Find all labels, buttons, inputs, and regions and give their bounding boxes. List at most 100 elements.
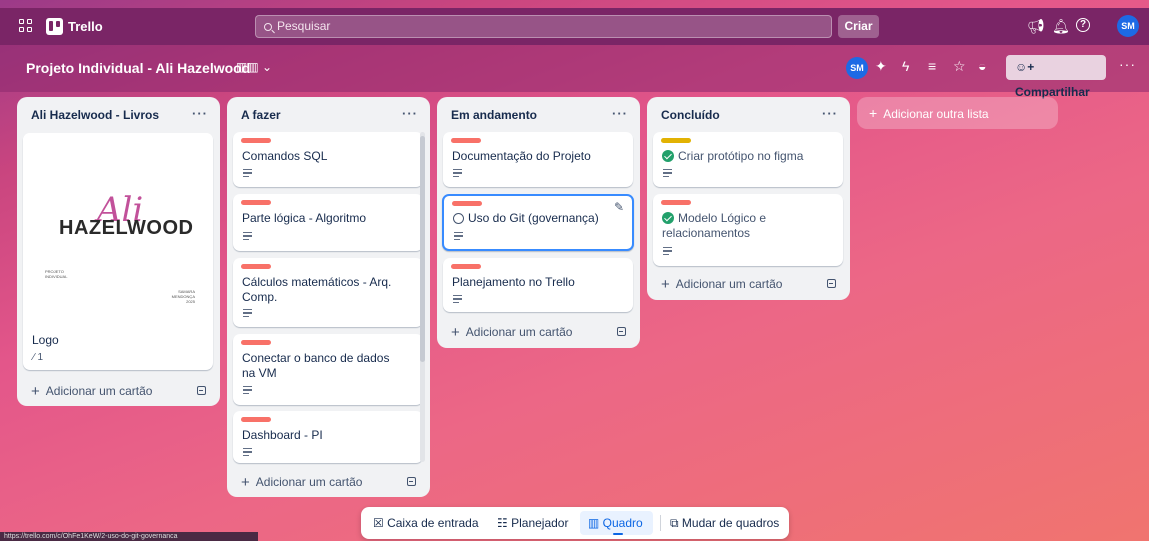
add-list-button[interactable]: + Adicionar outra lista xyxy=(857,97,1058,129)
edit-card-icon[interactable]: ✎ xyxy=(614,200,624,214)
list-header[interactable]: Concluído ··· xyxy=(647,97,850,133)
help-icon[interactable]: ? xyxy=(1076,18,1090,32)
completed-check-icon[interactable] xyxy=(662,150,674,162)
plus-icon: + xyxy=(31,383,40,400)
list-header[interactable]: Ali Hazelwood - Livros ··· xyxy=(17,97,220,133)
card-title: Cálculos matemáticos - Arq. Comp. xyxy=(242,275,392,304)
list-scrollbar-thumb[interactable] xyxy=(420,136,425,362)
list-scrollbar[interactable] xyxy=(420,132,425,462)
card-conectar-banco[interactable]: Conectar o banco de dados na VM xyxy=(233,334,423,405)
board-title[interactable]: Projeto Individual - Ali Hazelwood xyxy=(26,60,250,76)
description-icon xyxy=(243,309,252,319)
complete-toggle-icon[interactable] xyxy=(453,213,464,224)
list-menu-icon[interactable]: ··· xyxy=(402,106,418,121)
plus-icon: + xyxy=(661,276,670,293)
card-title: Comandos SQL xyxy=(242,149,328,163)
description-icon xyxy=(663,247,672,257)
card-label xyxy=(241,417,271,422)
trello-logo-icon[interactable] xyxy=(46,18,63,35)
card-calculos-matematicos[interactable]: Cálculos matemáticos - Arq. Comp. xyxy=(233,258,423,327)
card-title: Modelo Lógico e relacionamentos xyxy=(662,211,767,240)
add-card-button[interactable]: + Adicionar um cartão xyxy=(241,474,362,491)
card-logo[interactable]: Ali HAZELWOOD PROJETO INDIVIDUAL SAMARA … xyxy=(23,133,213,370)
bottom-navigation: ☒ Caixa de entrada ☷ Planejador ▥ Quadro… xyxy=(361,507,789,539)
create-button[interactable]: Criar xyxy=(838,15,879,38)
list-header[interactable]: A fazer ··· xyxy=(227,97,430,133)
description-icon xyxy=(454,232,463,242)
automation-icon[interactable]: ϟ xyxy=(902,58,909,74)
list-title[interactable]: Em andamento xyxy=(451,108,537,122)
nav-inbox[interactable]: ☒ Caixa de entrada xyxy=(373,516,479,530)
board-icon: ▥ xyxy=(588,516,603,530)
card-label xyxy=(241,138,271,143)
description-icon xyxy=(453,169,462,179)
list-menu-icon[interactable]: ··· xyxy=(612,106,628,121)
card-modelo-logico[interactable]: Modelo Lógico e relacionamentos xyxy=(653,194,843,266)
power-ups-icon[interactable]: ✦ xyxy=(875,58,887,74)
nav-switch-boards[interactable]: ⧉ Mudar de quadros xyxy=(670,516,779,531)
card-label xyxy=(452,201,482,206)
brand-name[interactable]: Trello xyxy=(68,19,103,34)
card-documentacao[interactable]: Documentação do Projeto xyxy=(443,132,633,187)
completed-check-icon[interactable] xyxy=(662,212,674,224)
list-menu-icon[interactable]: ··· xyxy=(822,106,838,121)
share-button[interactable]: ☺+ Compartilhar xyxy=(1006,55,1106,99)
list-a-fazer: A fazer ··· Comandos SQL Parte lógica - … xyxy=(227,97,430,497)
plus-icon: + xyxy=(869,105,878,121)
card-template-icon[interactable] xyxy=(197,386,206,395)
card-uso-do-git[interactable]: Uso do Git (governança) ✎ xyxy=(442,194,634,251)
filter-icon[interactable]: ≡ xyxy=(928,58,936,74)
list-ali-hazelwood-livros: Ali Hazelwood - Livros ··· Ali HAZELWOOD… xyxy=(17,97,220,406)
add-card-button[interactable]: + Adicionar um cartão xyxy=(661,276,782,293)
member-avatar[interactable]: SM xyxy=(846,57,868,79)
description-icon xyxy=(243,232,252,242)
description-icon xyxy=(243,448,252,458)
add-card-button[interactable]: + Adicionar um cartão xyxy=(31,383,152,400)
card-criar-prototipo[interactable]: Criar protótipo no figma xyxy=(653,132,843,187)
card-dashboard-pi[interactable]: Dashboard - PI xyxy=(233,411,423,463)
card-title: Logo xyxy=(32,333,59,347)
megaphone-icon[interactable]: 📢︎ xyxy=(1027,18,1045,34)
card-label xyxy=(451,264,481,269)
card-label xyxy=(451,138,481,143)
app-switcher-icon[interactable] xyxy=(19,19,33,33)
card-title: Conectar o banco de dados na VM xyxy=(242,351,390,380)
list-menu-icon[interactable]: ··· xyxy=(192,106,208,121)
card-comandos-sql[interactable]: Comandos SQL xyxy=(233,132,423,187)
visibility-icon[interactable]: ◒ xyxy=(978,58,986,74)
more-options-icon[interactable]: ··· xyxy=(1119,56,1136,72)
plus-icon: + xyxy=(241,474,250,491)
card-title: Parte lógica - Algoritmo xyxy=(242,211,367,225)
star-icon[interactable]: ☆ xyxy=(953,58,966,74)
search-icon xyxy=(264,23,272,31)
add-card-button[interactable]: + Adicionar um cartão xyxy=(451,324,572,341)
card-template-icon[interactable] xyxy=(617,327,626,336)
user-avatar[interactable]: SM xyxy=(1117,15,1139,37)
attachment-count: ∕ 1 xyxy=(33,352,44,363)
card-label xyxy=(661,200,691,205)
bell-icon[interactable]: 🔔︎ xyxy=(1052,18,1070,34)
switch-boards-icon: ⧉ xyxy=(670,516,682,530)
add-member-icon: ☺+ xyxy=(1015,60,1035,74)
nav-board[interactable]: ▥ Quadro xyxy=(588,516,643,530)
card-parte-logica[interactable]: Parte lógica - Algoritmo xyxy=(233,194,423,251)
inbox-icon: ☒ xyxy=(373,516,388,530)
list-header[interactable]: Em andamento ··· xyxy=(437,97,640,133)
search-input[interactable]: Pesquisar xyxy=(255,15,832,38)
card-title: Dashboard - PI xyxy=(242,428,323,442)
calendar-icon: ☷ xyxy=(497,516,512,530)
nav-planner[interactable]: ☷ Planejador xyxy=(497,516,568,530)
card-title: Planejamento no Trello xyxy=(452,275,575,289)
card-template-icon[interactable] xyxy=(827,279,836,288)
list-title[interactable]: A fazer xyxy=(241,108,281,122)
description-icon xyxy=(453,295,462,305)
plus-icon: + xyxy=(451,324,460,341)
search-placeholder: Pesquisar xyxy=(277,19,331,33)
card-planejamento-trello[interactable]: Planejamento no Trello xyxy=(443,258,633,312)
card-template-icon[interactable] xyxy=(407,477,416,486)
cover-fine-right: SAMARA MENDONÇA 2025 xyxy=(171,289,195,304)
list-title[interactable]: Ali Hazelwood - Livros xyxy=(31,108,159,122)
card-title: Criar protótipo no figma xyxy=(662,149,832,164)
list-title[interactable]: Concluído xyxy=(661,108,720,122)
board-view-icon[interactable]: ▥▥ ⌄ xyxy=(236,60,272,74)
